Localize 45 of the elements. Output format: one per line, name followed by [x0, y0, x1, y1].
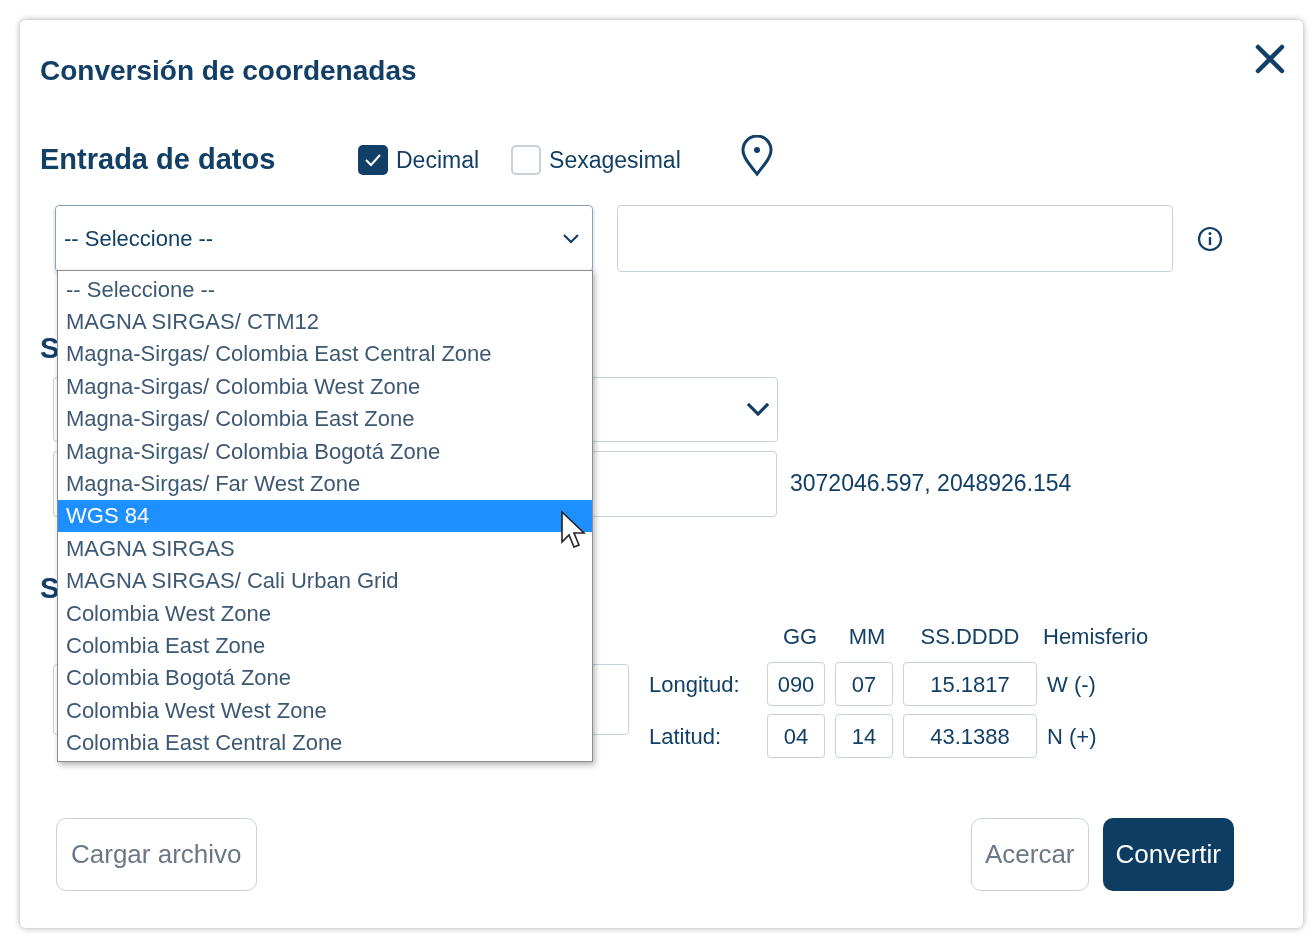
- dropdown-option[interactable]: Colombia East Zone: [58, 629, 592, 662]
- coordinates-input[interactable]: [617, 205, 1173, 272]
- dropdown-option[interactable]: Magna-Sirgas/ Colombia East Central Zone: [58, 337, 592, 371]
- hemisphere-label: N (+): [1047, 722, 1097, 751]
- row-label: Latitud:: [649, 722, 723, 751]
- convert-button[interactable]: Convertir: [1102, 818, 1234, 891]
- info-icon[interactable]: [1197, 225, 1223, 252]
- dropdown-option[interactable]: Colombia East Central Zone: [58, 726, 592, 759]
- checkbox-label: Decimal: [396, 145, 480, 175]
- degrees-field[interactable]: 04: [767, 714, 825, 758]
- column-header: SS.DDDD: [919, 622, 1021, 651]
- checkbox-label: Sexagesimal: [549, 145, 681, 175]
- chevron-down-icon: [562, 233, 580, 244]
- dropdown-option[interactable]: Magna-Sirgas/ Colombia Bogotá Zone: [58, 434, 592, 468]
- section-heading: Entrada de datos: [40, 142, 277, 178]
- column-header: Hemisferio: [1043, 622, 1149, 651]
- row-label: Longitud:: [649, 670, 741, 699]
- seconds-field[interactable]: 43.1388: [903, 714, 1037, 758]
- dropdown-option[interactable]: MAGNA SIRGAS/ CTM12: [58, 305, 592, 338]
- dropdown-option[interactable]: Magna-Sirgas/ Colombia East Zone: [58, 402, 592, 435]
- column-header: MM: [847, 622, 887, 651]
- check-icon: [364, 153, 382, 167]
- zoom-in-button[interactable]: Acercar: [970, 818, 1089, 891]
- dropdown-option[interactable]: Magna-Sirgas/ Colombia West Zone: [58, 370, 592, 403]
- dropdown-option[interactable]: Colombia West Zone: [58, 596, 592, 630]
- dropdown-option[interactable]: Magna-Sirgas/ Far West Zone: [58, 467, 592, 500]
- section-heading: S: [40, 570, 60, 606]
- dropdown-option[interactable]: Colombia Bogotá Zone: [58, 661, 592, 695]
- checkbox[interactable]: [511, 145, 542, 175]
- dropdown-option[interactable]: -- Seleccione --: [58, 273, 592, 306]
- upload-file-button[interactable]: Cargar archivo: [56, 818, 257, 891]
- chevron-down-icon: [745, 401, 771, 417]
- dropdown-option[interactable]: MAGNA SIRGAS/ Cali Urban Grid: [58, 564, 592, 597]
- dropdown-option[interactable]: Colombia West West Zone: [58, 694, 592, 727]
- minutes-field[interactable]: 14: [835, 714, 893, 758]
- column-header: GG: [781, 622, 819, 651]
- converted-coordinates: 3072046.597, 2048926.154: [790, 469, 1072, 499]
- seconds-field[interactable]: 15.1817: [903, 662, 1037, 706]
- degrees-field[interactable]: 090: [767, 662, 825, 706]
- dialog-title: Conversión de coordenadas: [40, 54, 417, 88]
- dropdown-option[interactable]: MAGNA SIRGAS: [58, 532, 592, 565]
- hemisphere-label: W (-): [1047, 670, 1096, 699]
- section-heading: S: [40, 331, 60, 366]
- minutes-field[interactable]: 07: [835, 662, 893, 706]
- checkbox[interactable]: [358, 145, 388, 175]
